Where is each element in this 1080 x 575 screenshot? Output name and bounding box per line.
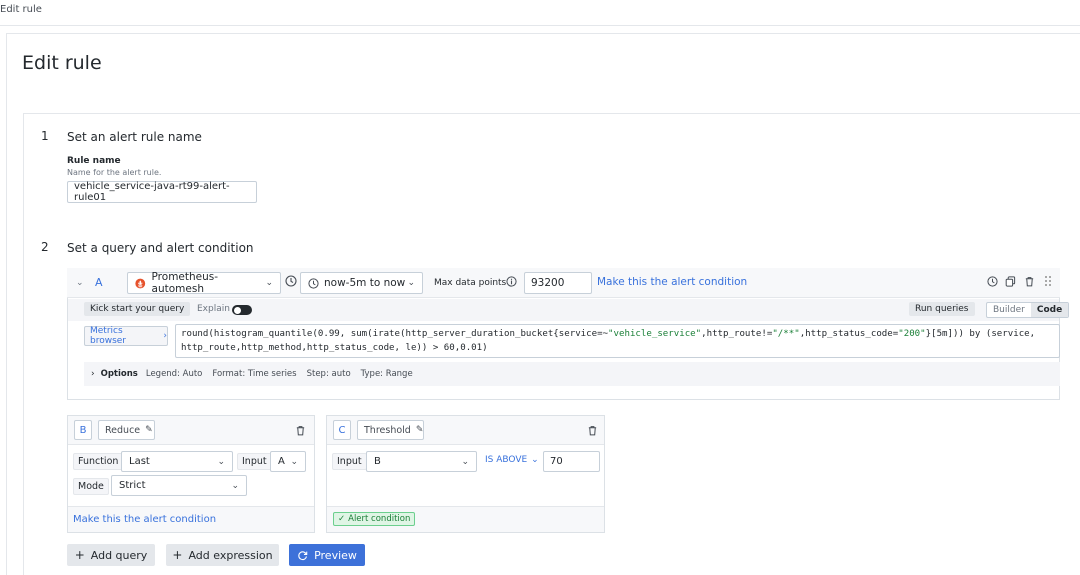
step-2-number: 2 xyxy=(41,240,49,254)
query-options-row[interactable]: › Options Legend: Auto Format: Time seri… xyxy=(84,362,1060,386)
chevron-down-icon: ⌄ xyxy=(461,456,469,467)
add-query-label: Add query xyxy=(90,548,148,562)
expression-b-letter[interactable]: B xyxy=(74,420,92,440)
make-alert-condition-link-b[interactable]: Make this the alert condition xyxy=(73,514,216,525)
code-line-1: round(histogram_quantile(0.99, sum(irate… xyxy=(181,329,1036,339)
alert-condition-badge: ✓ Alert condition xyxy=(333,512,416,526)
delete-expression-icon[interactable] xyxy=(587,425,598,439)
chevron-right-icon: › xyxy=(163,331,167,341)
editor-mode-switch[interactable]: Builder Code xyxy=(986,302,1070,318)
metrics-browser-label: Metrics browser xyxy=(90,326,127,346)
function-value: Last xyxy=(129,456,150,467)
toggle-knob xyxy=(234,306,241,314)
input-value-b: A xyxy=(278,456,285,467)
expression-c-type[interactable]: Threshold ✎ xyxy=(357,420,424,440)
rule-name-description: Name for the alert rule. xyxy=(67,168,162,177)
expression-type-label: Threshold xyxy=(364,424,411,436)
delete-query-icon[interactable] xyxy=(1024,276,1035,290)
add-expression-label: Add expression xyxy=(188,548,273,562)
threshold-value-input[interactable]: 70 xyxy=(543,451,600,472)
expression-c-letter[interactable]: C xyxy=(333,420,351,440)
threshold-operator-value: IS ABOVE xyxy=(485,455,528,465)
time-range-value: now-5m to now xyxy=(324,277,406,289)
max-data-points-label: Max data points xyxy=(434,278,507,288)
metrics-browser-button[interactable]: Metrics browser › xyxy=(84,326,168,346)
time-range-select[interactable]: now-5m to now ⌄ xyxy=(300,272,423,294)
delete-expression-icon[interactable] xyxy=(295,425,306,439)
query-letter[interactable]: A xyxy=(95,276,103,289)
explain-label: Explain xyxy=(197,304,230,314)
check-icon: ✓ xyxy=(338,514,346,524)
prometheus-icon xyxy=(135,278,146,288)
function-label: Function xyxy=(73,453,124,470)
code-line-2: http_route,http_method,http_status_code,… xyxy=(181,343,488,353)
chevron-down-icon: ⌄ xyxy=(531,455,539,465)
alert-condition-label: Alert condition xyxy=(348,514,411,524)
option-step: Step: auto xyxy=(306,369,351,379)
chevron-down-icon: ⌄ xyxy=(407,278,415,288)
options-label: Options xyxy=(100,369,138,379)
option-format: Format: Time series xyxy=(212,369,297,379)
page-title: Edit rule xyxy=(22,52,102,74)
refresh-icon xyxy=(298,550,308,560)
chevron-down-icon: ⌄ xyxy=(217,456,225,467)
chevron-right-icon: › xyxy=(91,369,95,379)
option-type: Type: Range xyxy=(360,369,413,379)
mode-value: Strict xyxy=(119,480,146,491)
mode-select[interactable]: Strict ⌄ xyxy=(111,475,247,496)
breadcrumb[interactable]: Edit rule xyxy=(0,4,42,15)
query-history-icon[interactable] xyxy=(987,276,998,290)
add-query-button[interactable]: + Add query xyxy=(67,544,155,566)
explain-toggle[interactable] xyxy=(232,305,252,315)
pencil-icon: ✎ xyxy=(415,425,424,435)
make-alert-condition-link[interactable]: Make this the alert condition xyxy=(597,276,747,288)
rule-name-input[interactable]: vehicle_service-java-rt99-alert-rule01 xyxy=(67,181,257,203)
duplicate-query-icon[interactable] xyxy=(1005,276,1016,290)
clock-icon xyxy=(308,277,319,289)
input-label-c: Input xyxy=(332,453,367,470)
threshold-operator-select[interactable]: IS ABOVE ⌄ xyxy=(485,455,539,465)
pencil-icon: ✎ xyxy=(145,425,153,435)
rule-name-label: Rule name xyxy=(67,156,121,166)
datasource-name: Prometheus-automesh xyxy=(151,271,219,295)
mode-label: Mode xyxy=(73,478,109,495)
max-data-points-info-icon[interactable] xyxy=(506,276,517,290)
query-options-info-icon[interactable] xyxy=(285,275,297,290)
step-1-title: Set an alert rule name xyxy=(67,130,202,144)
promql-editor[interactable]: round(histogram_quantile(0.99, sum(irate… xyxy=(175,324,1060,358)
plus-icon: + xyxy=(74,548,85,562)
chevron-down-icon: ⌄ xyxy=(231,480,239,491)
datasource-select[interactable]: Prometheus-automesh ⌄ xyxy=(127,271,281,295)
drag-handle-icon[interactable] xyxy=(1044,275,1052,290)
expression-type-label: Reduce xyxy=(105,424,141,436)
add-expression-button[interactable]: + Add expression xyxy=(166,544,279,566)
kick-start-button[interactable]: Kick start your query xyxy=(84,302,191,316)
function-select[interactable]: Last ⌄ xyxy=(121,451,233,472)
input-select-b[interactable]: A ⌄ xyxy=(270,451,306,472)
input-label-b: Input xyxy=(237,453,272,470)
expression-b-type[interactable]: Reduce ✎ xyxy=(98,420,155,440)
builder-mode-option[interactable]: Builder xyxy=(987,303,1031,317)
code-mode-option[interactable]: Code xyxy=(1030,303,1069,317)
top-bar: Edit rule xyxy=(0,0,1080,26)
input-value-c: B xyxy=(374,456,381,467)
max-data-points-input[interactable]: 93200 xyxy=(524,272,592,294)
plus-icon: + xyxy=(172,548,183,562)
step-1-number: 1 xyxy=(41,129,49,143)
step-2-title: Set a query and alert condition xyxy=(67,241,254,255)
chevron-down-icon: ⌄ xyxy=(265,278,273,288)
collapse-chevron-icon[interactable]: ⌄ xyxy=(76,278,84,288)
preview-label: Preview xyxy=(314,548,357,562)
option-legend: Legend: Auto xyxy=(145,369,203,379)
preview-button[interactable]: Preview xyxy=(289,544,365,566)
chevron-down-icon: ⌄ xyxy=(290,456,298,467)
input-select-c[interactable]: B ⌄ xyxy=(366,451,477,472)
run-queries-button[interactable]: Run queries xyxy=(909,302,975,316)
